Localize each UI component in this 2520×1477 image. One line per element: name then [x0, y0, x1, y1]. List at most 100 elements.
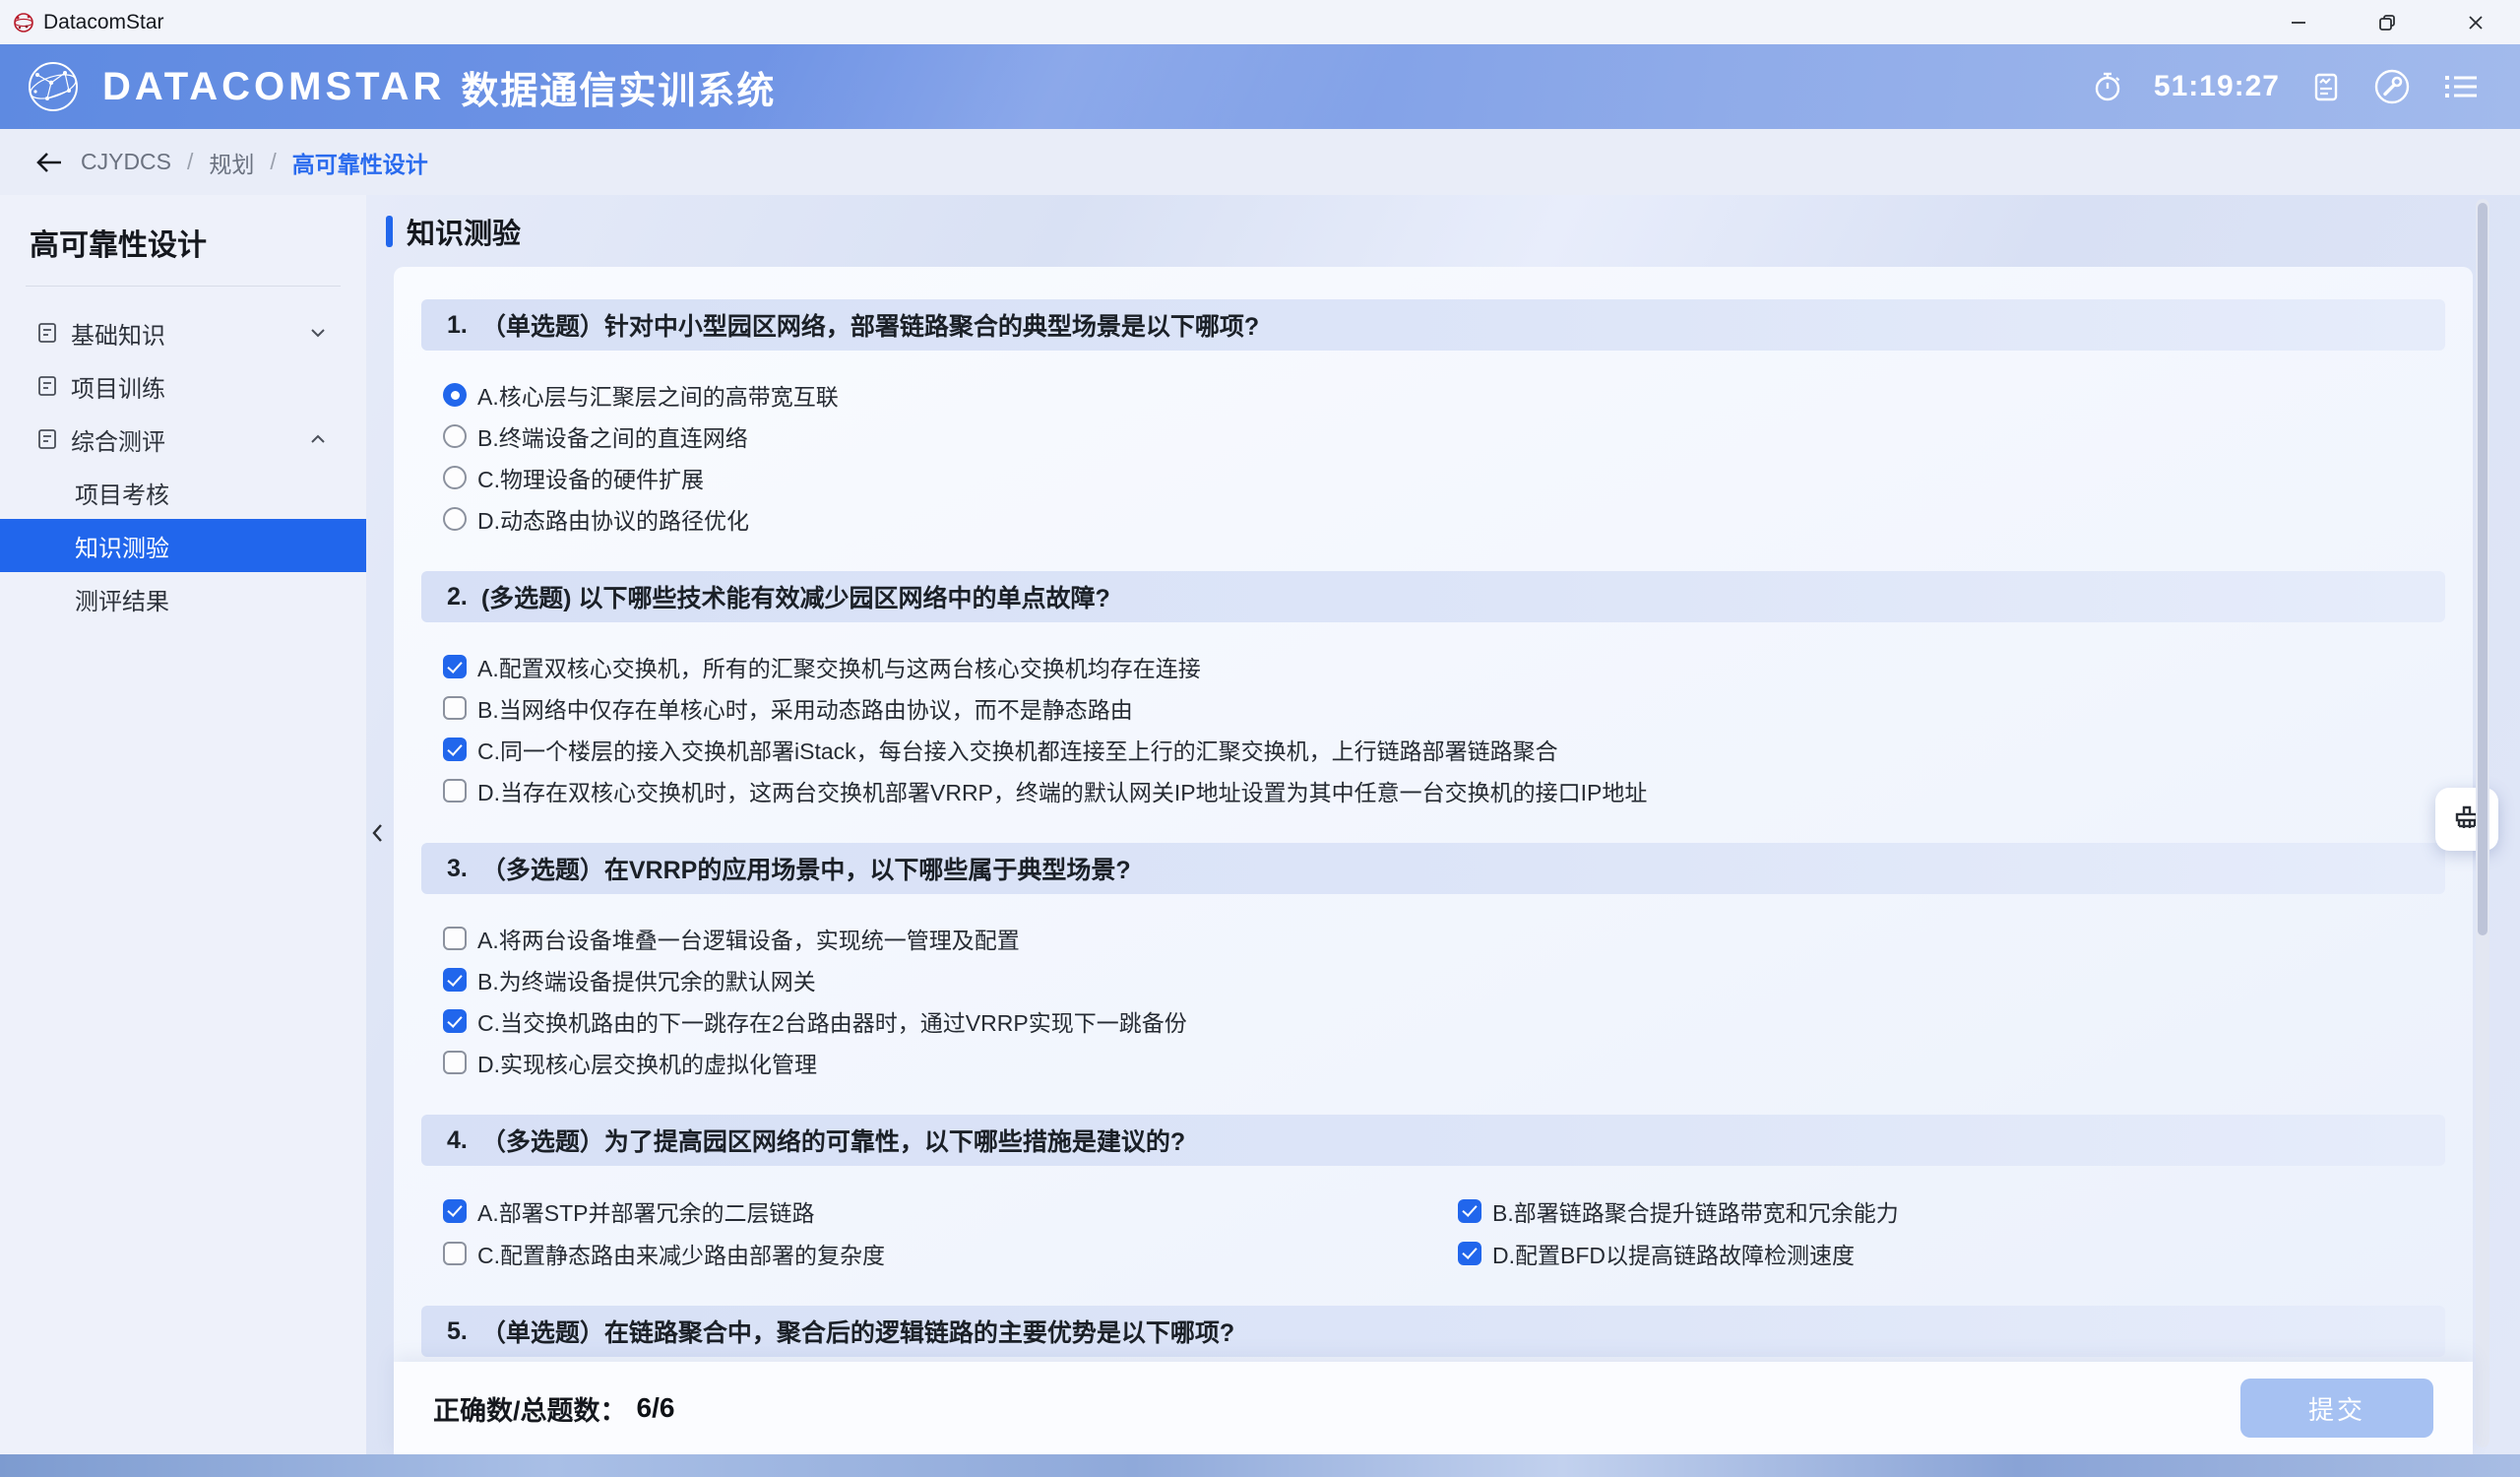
option-row[interactable]: D.配置BFD以提高链路故障检测速度 — [1458, 1232, 2473, 1274]
question-header: 1. （单选题）针对中小型园区网络，部署链路聚合的典型场景是以下哪项? — [421, 299, 2445, 351]
submit-button[interactable]: 提交 — [2240, 1379, 2433, 1438]
question-options: A.部署STP并部署冗余的二层链路 B.部署链路聚合提升链路带宽和冗余能力 C.… — [443, 1189, 2473, 1274]
option-label: A.将两台设备堆叠一台逻辑设备，实现统一管理及配置 — [477, 922, 1020, 955]
option-label: B.终端设备之间的直连网络 — [477, 419, 748, 453]
breadcrumb-item-current: 高可靠性设计 — [292, 146, 428, 179]
radio-input[interactable] — [443, 383, 467, 407]
question-number: 4. — [447, 1126, 468, 1155]
question-options: A.将两台设备堆叠一台逻辑设备，实现统一管理及配置 B.为终端设备提供冗余的默认… — [443, 918, 2473, 1083]
option-label: C.物理设备的硬件扩展 — [477, 461, 704, 494]
checkbox-input[interactable] — [443, 1009, 467, 1033]
radio-input[interactable] — [443, 466, 467, 489]
question-number: 2. — [447, 583, 468, 611]
score-label: 正确数/总题数： — [433, 1389, 627, 1428]
checkbox-input[interactable] — [443, 655, 467, 678]
option-row[interactable]: C.同一个楼层的接入交换机部署iStack，每台接入交换机都连接至上行的汇聚交换… — [443, 729, 2473, 770]
option-label: A.部署STP并部署冗余的二层链路 — [477, 1194, 814, 1228]
checkbox-input[interactable] — [443, 779, 467, 803]
question-number: 3. — [447, 855, 468, 883]
option-row[interactable]: B.终端设备之间的直连网络 — [443, 416, 2473, 457]
option-row[interactable]: C.当交换机路由的下一跳存在2台路由器时，通过VRRP实现下一跳备份 — [443, 1000, 2473, 1042]
sidebar-item-basic-knowledge[interactable]: 基础知识 — [0, 306, 366, 359]
option-row[interactable]: B.部署链路聚合提升链路带宽和冗余能力 — [1458, 1189, 2473, 1232]
option-label: D.配置BFD以提高链路故障检测速度 — [1492, 1237, 1855, 1270]
tools-icon[interactable] — [2372, 67, 2412, 106]
question-number: 1. — [447, 311, 468, 340]
checkbox-input[interactable] — [1458, 1242, 1481, 1265]
sidebar-item-label: 综合测评 — [71, 422, 165, 457]
report-icon[interactable] — [2309, 70, 2343, 103]
quiz-footer: 正确数/总题数： 6/6 提交 — [394, 1362, 2473, 1454]
app-header: DATACOMSTAR 数据通信实训系统 51:19:27 — [0, 44, 2520, 129]
option-row[interactable]: D.动态路由协议的路径优化 — [443, 498, 2473, 540]
question-header: 2. (多选题) 以下哪些技术能有效减少园区网络中的单点故障? — [421, 571, 2445, 622]
checkbox-input[interactable] — [443, 927, 467, 950]
option-row[interactable]: B.当网络中仅存在单核心时，采用动态路由协议，而不是静态路由 — [443, 687, 2473, 729]
back-arrow-icon[interactable] — [33, 150, 65, 175]
chevron-up-icon — [307, 428, 329, 450]
option-row[interactable]: A.部署STP并部署冗余的二层链路 — [443, 1189, 1458, 1232]
breadcrumb-item[interactable]: CJYDCS — [81, 149, 171, 175]
window-title: DatacomStar — [43, 11, 164, 34]
sidebar-item-project-assessment[interactable]: 项目考核 — [0, 466, 366, 519]
sidebar-item-label: 项目考核 — [75, 476, 169, 510]
sidebar-collapse-button[interactable] — [364, 813, 392, 853]
option-row[interactable]: C.物理设备的硬件扩展 — [443, 457, 2473, 498]
window-titlebar: DatacomStar — [0, 0, 2520, 44]
option-row[interactable]: B.为终端设备提供冗余的默认网关 — [443, 959, 2473, 1000]
option-label: C.同一个楼层的接入交换机部署iStack，每台接入交换机都连接至上行的汇聚交换… — [477, 733, 1558, 766]
breadcrumb-item[interactable]: 规划 — [209, 146, 254, 179]
question-header: 5. （单选题）在链路聚合中，聚合后的逻辑链路的主要优势是以下哪项? — [421, 1306, 2445, 1357]
option-label: D.当存在双核心交换机时，这两台交换机部署VRRP，终端的默认网关IP地址设置为… — [477, 774, 1647, 807]
option-row[interactable]: A.配置双核心交换机，所有的汇聚交换机与这两台核心交换机均存在连接 — [443, 646, 2473, 687]
minimize-button[interactable] — [2254, 0, 2343, 44]
checkbox-input[interactable] — [443, 1199, 467, 1223]
restore-button[interactable] — [2343, 0, 2431, 44]
breadcrumb: CJYDCS / 规划 / 高可靠性设计 — [0, 129, 2520, 195]
sidebar-nav: 基础知识 项目训练 综合测 — [0, 306, 366, 625]
checkbox-input[interactable] — [443, 968, 467, 992]
checkbox-input[interactable] — [443, 738, 467, 761]
option-label: B.部署链路聚合提升链路带宽和冗余能力 — [1492, 1194, 1899, 1228]
option-row[interactable]: A.将两台设备堆叠一台逻辑设备，实现统一管理及配置 — [443, 918, 2473, 959]
question-options: A.核心层与汇聚层之间的高带宽互联 B.终端设备之间的直连网络 C.物理设备的硬… — [443, 374, 2473, 540]
menu-list-icon[interactable] — [2441, 70, 2481, 103]
question-text: （多选题）为了提高园区网络的可靠性，以下哪些措施是建议的? — [481, 1123, 1185, 1158]
sidebar-item-label: 项目训练 — [71, 369, 165, 404]
option-label: C.当交换机路由的下一跳存在2台路由器时，通过VRRP实现下一跳备份 — [477, 1004, 1187, 1038]
question-text: （单选题）在链路聚合中，聚合后的逻辑链路的主要优势是以下哪项? — [481, 1314, 1234, 1349]
sidebar-item-comprehensive-evaluation[interactable]: 综合测评 — [0, 413, 366, 466]
sidebar-item-knowledge-quiz[interactable]: 知识测验 — [0, 519, 366, 572]
radio-input[interactable] — [443, 424, 467, 448]
sidebar-item-label: 知识测验 — [75, 529, 169, 563]
scrollbar-thumb[interactable] — [2478, 203, 2488, 935]
checkbox-input[interactable] — [443, 1051, 467, 1074]
checkbox-input[interactable] — [1458, 1199, 1481, 1223]
radio-input[interactable] — [443, 507, 467, 531]
question-number: 5. — [447, 1317, 468, 1346]
window-controls — [2254, 0, 2520, 44]
option-row[interactable]: D.实现核心层交换机的虚拟化管理 — [443, 1042, 2473, 1083]
brand-globe-icon — [26, 59, 81, 114]
option-label: A.核心层与汇聚层之间的高带宽互联 — [477, 378, 839, 412]
sidebar-divider — [26, 286, 341, 287]
close-button[interactable] — [2431, 0, 2520, 44]
sidebar-course-title: 高可靠性设计 — [30, 221, 366, 264]
option-label: B.当网络中仅存在单核心时，采用动态路由协议，而不是静态路由 — [477, 691, 1133, 725]
option-row[interactable]: A.核心层与汇聚层之间的高带宽互联 — [443, 374, 2473, 416]
section-title: 知识测验 — [386, 211, 521, 252]
document-icon — [35, 374, 59, 398]
question-header: 4. （多选题）为了提高园区网络的可靠性，以下哪些措施是建议的? — [421, 1115, 2445, 1166]
app-logo-icon — [12, 11, 35, 34]
question-text: （单选题）针对中小型园区网络，部署链路聚合的典型场景是以下哪项? — [481, 307, 1259, 343]
stopwatch-icon — [2091, 70, 2124, 103]
option-row[interactable]: D.当存在双核心交换机时，这两台交换机部署VRRP，终端的默认网关IP地址设置为… — [443, 770, 2473, 811]
checkbox-input[interactable] — [443, 696, 467, 720]
option-row[interactable]: C.配置静态路由来减少路由部署的复杂度 — [443, 1232, 1458, 1274]
question-header: 3. （多选题）在VRRP的应用场景中，以下哪些属于典型场景? — [421, 843, 2445, 894]
checkbox-input[interactable] — [443, 1242, 467, 1265]
sidebar-item-evaluation-results[interactable]: 测评结果 — [0, 572, 366, 625]
sidebar-item-project-training[interactable]: 项目训练 — [0, 359, 366, 413]
breadcrumb-separator: / — [270, 149, 276, 175]
chevron-down-icon — [307, 322, 329, 344]
